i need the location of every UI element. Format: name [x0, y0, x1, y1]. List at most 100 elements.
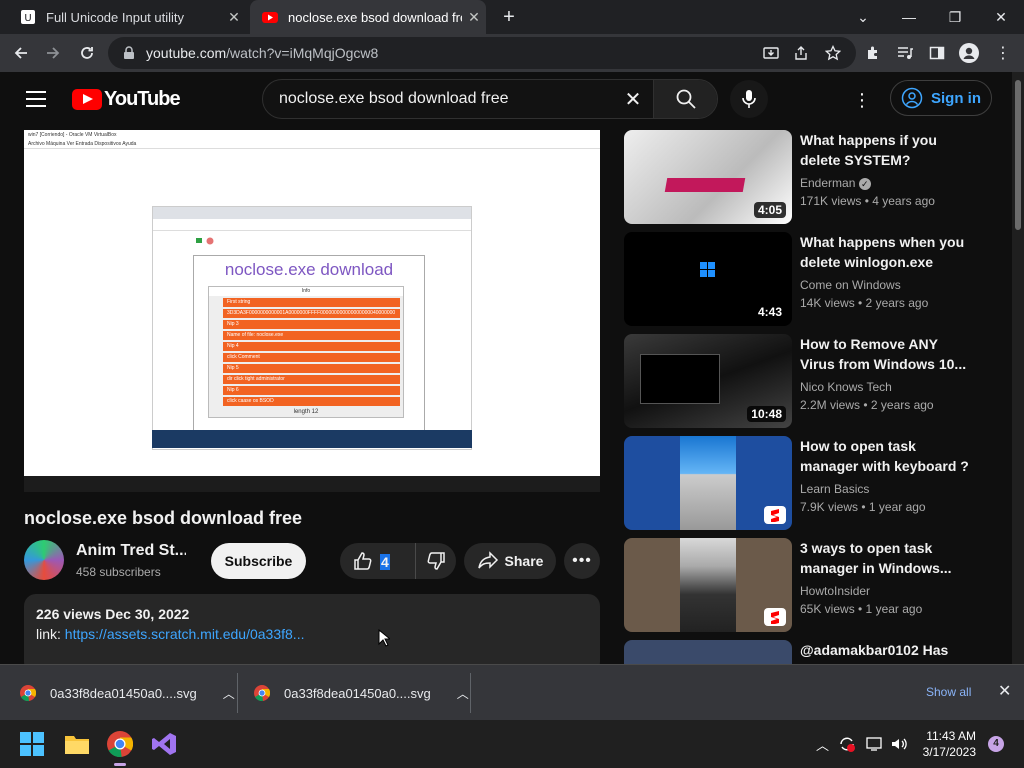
channel-name[interactable]: Anim Tred St...: [76, 542, 186, 560]
recommendation-title[interactable]: 3 ways to open task manager in Windows..…: [800, 538, 970, 578]
thumbs-up-icon: [354, 552, 372, 570]
recommendation-item[interactable]: 10:48 How to Remove ANY Virus from Windo…: [624, 334, 1004, 430]
windows-start-icon[interactable]: [16, 728, 48, 760]
recommendation-title[interactable]: How to Remove ANY Virus from Windows 10.…: [800, 334, 970, 374]
recommendation-title[interactable]: What happens when you delete winlogon.ex…: [800, 232, 970, 272]
recommendation-title[interactable]: How to open task manager with keyboard ?: [800, 436, 970, 476]
recommendation-item[interactable]: How to open task manager with keyboard ?…: [624, 436, 1004, 532]
verified-check-icon: ✓: [858, 178, 871, 190]
list-item: dir click tight administrator: [223, 375, 400, 384]
notification-badge[interactable]: 4: [988, 736, 1004, 752]
recommendation-channel[interactable]: Nico Knows Tech: [800, 380, 892, 394]
forward-icon[interactable]: [38, 38, 68, 68]
video-thumbnail[interactable]: 4:43: [624, 232, 792, 326]
profile-icon[interactable]: [958, 42, 980, 64]
tab-youtube-video[interactable]: noclose.exe bsod download free ✕: [250, 0, 486, 34]
tray-overflow-icon[interactable]: ︿: [816, 734, 829, 754]
menu-icon[interactable]: [26, 91, 46, 107]
chrome-taskbar-icon[interactable]: [104, 728, 136, 766]
video-title: noclose.exe bsod download free: [24, 508, 303, 528]
voice-search-button[interactable]: [730, 80, 768, 118]
side-panel-icon[interactable]: [926, 42, 948, 64]
youtube-logo[interactable]: YouTube: [72, 88, 181, 111]
volume-icon[interactable]: [890, 734, 908, 754]
list-item: Nip 3: [223, 320, 400, 329]
list-item: Name of file: noclose.exe: [223, 331, 400, 340]
recommendation-title[interactable]: What happens if you delete SYSTEM?: [800, 130, 970, 170]
download-item[interactable]: 0a33f8dea01450a0....svg ︿: [20, 665, 235, 721]
subscribe-button[interactable]: Subscribe: [211, 543, 306, 579]
recommendation-channel[interactable]: HowtoInsider: [800, 584, 870, 598]
clear-search-icon[interactable]: ✕: [613, 87, 653, 112]
recommendation-title[interactable]: @adamakbar0102 Has: [800, 640, 970, 660]
video-player[interactable]: win7 [Corriendo] - Oracle VM VirtualBox …: [24, 130, 600, 492]
minimize-icon[interactable]: —: [886, 0, 932, 34]
description-link[interactable]: https://assets.scratch.mit.edu/0a33f8...: [65, 626, 305, 642]
close-tab-icon[interactable]: ✕: [462, 9, 486, 26]
recommendation-meta: 65K views • 1 year ago: [800, 602, 923, 616]
page-scrollbar[interactable]: [1012, 72, 1024, 664]
video-thumbnail[interactable]: [624, 436, 792, 530]
recommendation-item[interactable]: 4:05 What happens if you delete SYSTEM? …: [624, 130, 1004, 226]
recommendation-channel[interactable]: Learn Basics: [800, 482, 869, 496]
install-app-icon[interactable]: [760, 42, 782, 64]
recommendation-channel[interactable]: Come on Windows: [800, 278, 901, 292]
show-all-downloads-link[interactable]: Show all: [926, 685, 971, 699]
chrome-menu-icon[interactable]: ⋮: [992, 42, 1014, 64]
sign-in-button[interactable]: Sign in: [890, 80, 992, 116]
tab-search-icon[interactable]: ⌄: [840, 0, 886, 34]
visual-studio-icon[interactable]: [148, 728, 180, 760]
video-thumbnail[interactable]: [624, 640, 792, 664]
toolbar: youtube.com/watch?v=iMqMqjOgcw8 ⋮: [0, 34, 1024, 72]
clock-time: 11:43 AM: [926, 729, 976, 743]
download-filename: 0a33f8dea01450a0....svg: [50, 685, 197, 701]
chevron-up-icon[interactable]: ︿: [223, 685, 235, 702]
thumbs-down-icon: [427, 552, 445, 570]
tab-unicode-input[interactable]: U Full Unicode Input utility ✕: [8, 0, 246, 34]
like-dislike-group: 4: [340, 543, 456, 579]
sync-alert-icon[interactable]: [838, 734, 856, 754]
search-button[interactable]: [653, 80, 717, 118]
search-input[interactable]: noclose.exe bsod download free: [263, 90, 613, 108]
link-label: link:: [36, 626, 65, 642]
back-icon[interactable]: [6, 38, 36, 68]
video-thumbnail[interactable]: 10:48: [624, 334, 792, 428]
new-tab-icon[interactable]: +: [498, 6, 520, 29]
dislike-button[interactable]: [416, 550, 456, 572]
share-page-icon[interactable]: [790, 42, 812, 64]
recommendation-item[interactable]: 3 ways to open task manager in Windows..…: [624, 538, 1004, 634]
video-thumbnail[interactable]: 4:05: [624, 130, 792, 224]
close-downloads-icon[interactable]: ✕: [998, 681, 1011, 701]
recommendation-item[interactable]: 4:43 What happens when you delete winlog…: [624, 232, 1004, 328]
close-window-icon[interactable]: ✕: [978, 0, 1024, 34]
settings-more-icon[interactable]: ⋮: [852, 90, 872, 110]
extensions-icon[interactable]: [862, 42, 884, 64]
vm-menu-bar: Archivo Máquina Ver Entrada Dispositivos…: [24, 140, 600, 149]
reload-icon[interactable]: [72, 38, 102, 68]
share-button[interactable]: Share: [464, 543, 556, 579]
address-bar[interactable]: youtube.com/watch?v=iMqMqjOgcw8: [108, 37, 856, 69]
file-explorer-icon[interactable]: [61, 728, 93, 760]
media-controls-icon[interactable]: [894, 42, 916, 64]
video-thumbnail[interactable]: [624, 538, 792, 632]
download-item[interactable]: 0a33f8dea01450a0....svg ︿: [254, 665, 469, 721]
bookmark-star-icon[interactable]: [822, 42, 844, 64]
more-actions-icon[interactable]: •••: [564, 543, 600, 579]
like-button[interactable]: 4: [340, 543, 416, 579]
system-clock[interactable]: 11:43 AM 3/17/2023: [918, 728, 976, 760]
network-icon[interactable]: [866, 734, 884, 754]
microphone-icon: [742, 90, 756, 108]
list-item: Nip 4: [223, 342, 400, 351]
recommendation-channel[interactable]: Enderman ✓: [800, 176, 871, 190]
restore-icon[interactable]: ❐: [932, 0, 978, 34]
embedded-tab-strip: [153, 207, 471, 219]
chevron-up-icon[interactable]: ︿: [457, 685, 469, 702]
recommendation-meta: 7.9K views • 1 year ago: [800, 500, 926, 514]
description-box[interactable]: 226 views Dec 30, 2022 link: https://ass…: [24, 594, 600, 674]
recommendation-item[interactable]: @adamakbar0102 Has: [624, 640, 1004, 664]
scrollbar-thumb[interactable]: [1015, 80, 1021, 230]
list-item: 3D3DA3F0000000000001A0000000FFFF00000000…: [223, 309, 400, 318]
embedded-taskbar: [152, 430, 472, 448]
channel-avatar[interactable]: [24, 540, 64, 580]
close-tab-icon[interactable]: ✕: [222, 9, 246, 26]
